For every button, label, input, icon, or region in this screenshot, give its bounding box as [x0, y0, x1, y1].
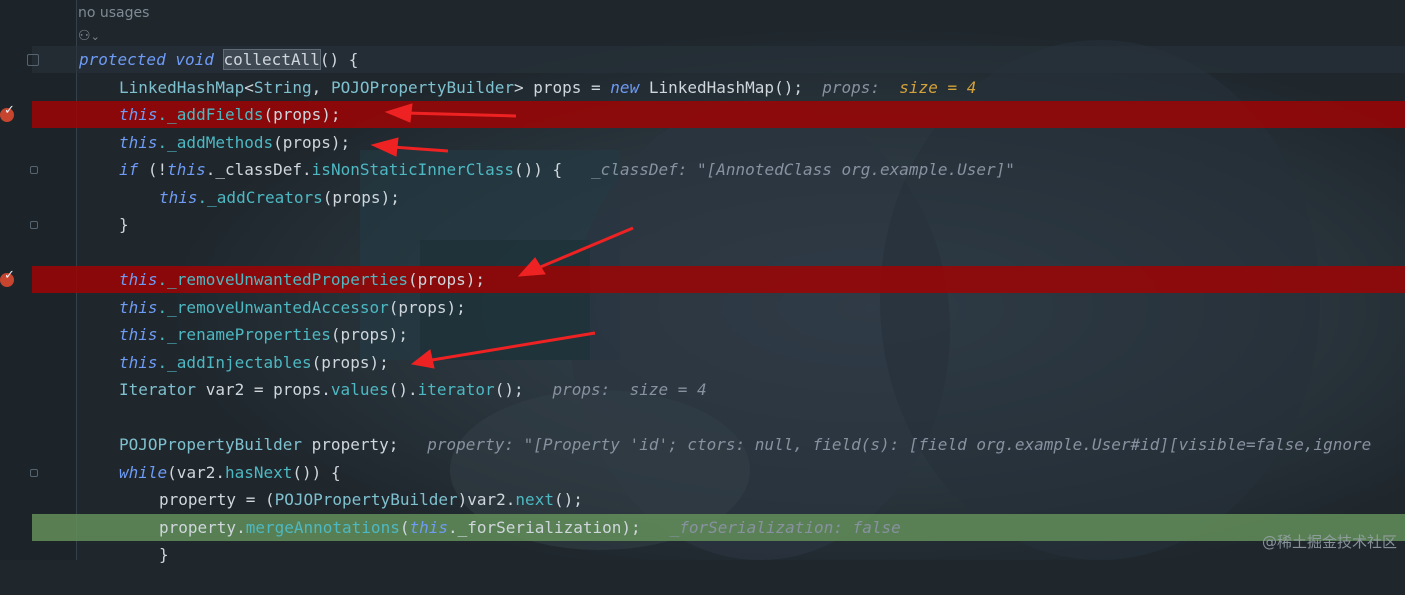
keyword: new: [610, 78, 640, 97]
code-text: (!: [138, 160, 168, 179]
code-line[interactable]: this._addInjectables(props);: [32, 349, 1405, 376]
inline-debug-value: props:: [822, 78, 881, 97]
code-text: }: [119, 215, 129, 234]
code-text: property.: [159, 518, 246, 537]
code-text: ._classDef.: [205, 160, 312, 179]
code-text: (props);: [273, 133, 351, 152]
author-hint[interactable]: ⚇⌄: [78, 28, 100, 44]
code-line-breakpoint[interactable]: this._removeUnwantedProperties(props);: [32, 266, 1405, 293]
code-text: ();: [494, 380, 524, 399]
keyword: this: [119, 133, 158, 152]
method-call: values: [330, 380, 389, 399]
keyword: this: [119, 270, 158, 289]
code-text: ()) {: [513, 160, 563, 179]
code-text: }: [159, 545, 169, 564]
code-text: );: [621, 518, 641, 537]
code-line[interactable]: while(var2.hasNext()) {: [32, 459, 1405, 486]
inline-debug-value: _classDef: "[AnnotedClass org.example.Us…: [591, 160, 1015, 179]
code-text: property;: [302, 435, 399, 454]
code-text: (props);: [407, 270, 486, 289]
code-line[interactable]: if (!this._classDef.isNonStaticInnerClas…: [32, 156, 1405, 183]
method-call: ._removeUnwantedProperties: [157, 270, 408, 289]
code-text: ._forSerialization: [448, 518, 622, 537]
keyword: this: [119, 105, 158, 124]
code-text: LinkedHashMap();: [639, 78, 803, 97]
fold-marker[interactable]: [30, 469, 38, 477]
code-text: ()) {: [292, 463, 341, 482]
watermark: @稀土掘金技术社区: [1261, 533, 1397, 551]
type-name: POJOPropertyBuilder: [274, 490, 458, 509]
keyword: this: [119, 298, 158, 317]
code-text: (props);: [388, 298, 466, 317]
type-name: Iterator: [119, 380, 197, 399]
code-line[interactable]: this._addCreators(props);: [32, 184, 1405, 211]
keyword: this: [119, 325, 158, 344]
code-line[interactable]: this._removeUnwantedAccessor(props);: [32, 294, 1405, 321]
code-text: (props);: [322, 188, 400, 207]
code-line[interactable]: property = (POJOPropertyBuilder)var2.nex…: [32, 486, 1405, 513]
code-text: ,: [311, 78, 331, 97]
keyword: this: [167, 160, 206, 179]
code-line[interactable]: Iterator var2 = props.values().iterator(…: [32, 376, 1405, 403]
method-call: ._addMethods: [157, 133, 274, 152]
breakpoint-icon[interactable]: ✓: [0, 103, 15, 122]
code-text: )var2.: [457, 490, 516, 509]
keyword: while: [119, 463, 168, 482]
type-name: String: [253, 78, 312, 97]
type-name: POJOPropertyBuilder: [330, 78, 514, 97]
inline-debug-value: _forSerialization: false: [669, 518, 901, 537]
code-text: (props);: [263, 105, 341, 124]
inline-debug-value: size = 4: [899, 78, 977, 97]
code-line[interactable]: this._renameProperties(props);: [32, 321, 1405, 348]
method-call: iterator: [417, 380, 495, 399]
code-line[interactable]: }: [32, 211, 1405, 238]
code-line-breakpoint[interactable]: this._addFields(props);: [32, 101, 1405, 128]
fold-marker[interactable]: [27, 54, 39, 66]
keyword: void: [175, 50, 214, 69]
code-text: > props =: [513, 78, 611, 97]
fold-marker[interactable]: [30, 221, 38, 229]
code-text: (props);: [311, 353, 389, 372]
code-line[interactable]: LinkedHashMap<String, POJOPropertyBuilde…: [32, 74, 1405, 101]
users-icon: ⚇: [78, 28, 91, 44]
method-call: mergeAnnotations: [245, 518, 400, 537]
method-call: hasNext: [224, 463, 293, 482]
keyword: this: [159, 188, 198, 207]
keyword: this: [119, 353, 158, 372]
code-text: ().: [388, 380, 418, 399]
method-call: ._addInjectables: [157, 353, 312, 372]
type-name: LinkedHashMap: [119, 78, 245, 97]
code-line-signature[interactable]: protected void collectAll() {: [32, 46, 1405, 73]
code-text: ();: [553, 490, 583, 509]
method-name: collectAll: [222, 49, 321, 70]
code-text: (var2.: [167, 463, 225, 482]
code-line[interactable]: }: [32, 541, 1405, 568]
code-line[interactable]: this._addMethods(props);: [32, 129, 1405, 156]
method-call: ._renameProperties: [157, 325, 331, 344]
code-text: var2 = props.: [196, 380, 331, 399]
code-text: <: [244, 78, 254, 97]
method-call: ._addFields: [157, 105, 264, 124]
chevron-down-icon: ⌄: [90, 30, 100, 43]
method-call: ._addCreators: [197, 188, 323, 207]
fold-marker[interactable]: [30, 166, 38, 174]
code-text: (props);: [330, 325, 408, 344]
method-call: next: [515, 490, 554, 509]
code-line-execution-point[interactable]: property.mergeAnnotations(this._forSeria…: [32, 514, 1405, 541]
keyword: protected: [79, 50, 166, 69]
type-name: POJOPropertyBuilder: [119, 435, 303, 454]
keyword: this: [409, 518, 448, 537]
code-text: property = (: [159, 490, 275, 509]
method-call: ._removeUnwantedAccessor: [157, 298, 389, 317]
inline-debug-value: property: "[Property 'id'; ctors: null, …: [427, 435, 1372, 454]
method-call: isNonStaticInnerClass: [311, 160, 514, 179]
breakpoint-icon[interactable]: ✓: [0, 268, 15, 287]
code-text: () {: [319, 50, 359, 69]
keyword: if: [119, 160, 139, 179]
code-line[interactable]: POJOPropertyBuilder property; property: …: [32, 431, 1405, 458]
inline-debug-value: props: size = 4: [552, 380, 707, 399]
usages-hint[interactable]: no usages: [78, 5, 149, 21]
